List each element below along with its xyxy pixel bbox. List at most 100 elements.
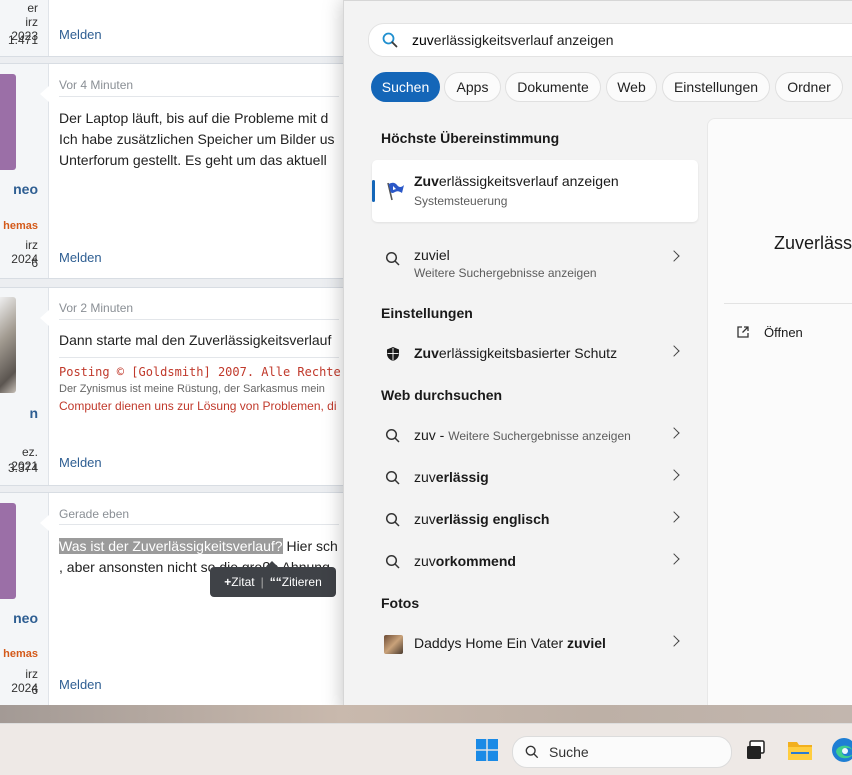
chevron-right-icon xyxy=(668,250,680,262)
quote-icon: ““ xyxy=(269,575,282,589)
best-match-title: Zuverlässigkeitsverlauf anzeigen xyxy=(414,173,619,189)
report-link[interactable]: Melden xyxy=(59,250,102,265)
post-text-line: Dann starte mal den Zuverlässigkeitsverl… xyxy=(59,332,332,348)
result-sublabel: Weitere Suchergebnisse anzeigen xyxy=(414,266,597,280)
user-post-count: 6 xyxy=(31,683,38,697)
search-input[interactable]: zuverlässigkeitsverlauf anzeigen xyxy=(368,23,852,57)
avatar[interactable] xyxy=(0,297,16,393)
post-arrow xyxy=(40,515,49,531)
result-label: zuviel xyxy=(414,247,450,263)
search-icon xyxy=(382,32,398,48)
search-icon xyxy=(385,512,400,527)
user-name[interactable]: neo xyxy=(13,610,38,626)
zitieren-button[interactable]: ““Zitieren xyxy=(270,575,322,589)
post-text-line: Unterforum gestellt. Es geht um das aktu… xyxy=(59,152,327,168)
chip-suchen[interactable]: Suchen xyxy=(371,72,440,102)
divider xyxy=(724,303,852,304)
zitat-button[interactable]: +Zitat xyxy=(224,575,254,589)
post-text-line: Der Laptop läuft, bis auf die Probleme m… xyxy=(59,110,329,126)
shield-icon xyxy=(387,347,399,361)
divider xyxy=(59,524,339,525)
result-label: zuvorkommend xyxy=(414,553,516,569)
reliability-flag-icon xyxy=(387,182,404,201)
search-icon xyxy=(385,251,400,266)
user-name[interactable]: n xyxy=(29,405,38,421)
result-label: Zuverlässigkeitsbasierter Schutz xyxy=(414,345,618,361)
search-icon xyxy=(525,745,539,759)
selection-indicator xyxy=(372,180,375,202)
divider xyxy=(59,319,339,320)
user-post-count: 1.471 xyxy=(7,33,38,47)
user-info-column: er irz 2023 1.471 xyxy=(0,0,49,56)
result-label: zuv - Weitere Suchergebnisse anzeigen xyxy=(414,427,631,443)
post-arrow xyxy=(40,86,49,102)
task-view-icon[interactable] xyxy=(745,739,767,761)
taskbar: Suche xyxy=(0,723,852,775)
user-title: hemas xyxy=(3,648,38,660)
chevron-right-icon xyxy=(668,553,680,565)
report-link[interactable]: Melden xyxy=(59,677,102,692)
chip-dokumente[interactable]: Dokumente xyxy=(505,72,601,102)
web-result[interactable]: zuv - Weitere Suchergebnisse anzeigen xyxy=(372,415,698,457)
selected-text[interactable]: Was ist der Zuverlässigkeitsverlauf? xyxy=(59,538,283,554)
post-arrow xyxy=(40,310,49,326)
post-text-line: Was ist der Zuverlässigkeitsverlauf? Hie… xyxy=(59,536,338,557)
search-query: zuverlässigkeitsverlauf anzeigen xyxy=(412,32,614,48)
post-text-rest: Hier sch xyxy=(282,538,338,554)
chevron-right-icon xyxy=(668,635,680,647)
chevron-right-icon xyxy=(668,469,680,481)
windows-start-icon[interactable] xyxy=(476,739,498,761)
user-post-count: 3.374 xyxy=(7,461,38,475)
avatar[interactable] xyxy=(0,503,16,599)
divider xyxy=(59,96,339,97)
result-settings[interactable]: Zuverlässigkeitsbasierter Schutz xyxy=(372,333,698,375)
section-best-match: Höchste Übereinstimmung xyxy=(381,130,560,146)
signature-divider xyxy=(59,357,339,358)
report-link[interactable]: Melden xyxy=(59,455,102,470)
photo-thumbnail-icon xyxy=(384,635,403,654)
quote-tooltip: +Zitat | ““Zitieren xyxy=(210,561,336,597)
search-icon xyxy=(385,428,400,443)
taskbar-search-label: Suche xyxy=(549,744,589,760)
chevron-right-icon xyxy=(668,427,680,439)
result-label: Daddys Home Ein Vater zuviel xyxy=(414,635,606,651)
section-photos: Fotos xyxy=(381,595,420,611)
chip-web[interactable]: Web xyxy=(606,72,657,102)
post-time: Vor 2 Minuten xyxy=(59,301,134,315)
result-label: zuverlässig xyxy=(414,469,489,485)
web-result[interactable]: zuverlässig englisch xyxy=(372,499,698,541)
open-external-icon xyxy=(737,326,749,338)
user-stat: er xyxy=(27,1,38,15)
chip-ordner[interactable]: Ordner xyxy=(775,72,843,102)
edge-browser-icon[interactable] xyxy=(831,737,852,763)
best-match-subtitle: Systemsteuerung xyxy=(414,194,508,208)
result-zuviel[interactable]: zuviel Weitere Suchergebnisse anzeigen xyxy=(372,238,698,280)
web-result[interactable]: zuvorkommend xyxy=(372,541,698,583)
tooltip-separator: | xyxy=(260,575,264,589)
user-name[interactable]: neo xyxy=(13,181,38,197)
post-text-line: Ich habe zusätzlichen Speicher um Bilder… xyxy=(59,131,335,147)
search-icon xyxy=(385,470,400,485)
post-time: Gerade eben xyxy=(59,507,130,521)
signature-line: Computer dienen uns zur Lösung von Probl… xyxy=(59,399,337,413)
preview-title: Zuverlässi xyxy=(774,233,852,253)
report-link[interactable]: Melden xyxy=(59,27,102,42)
user-post-count: 6 xyxy=(31,256,38,270)
section-web: Web durchsuchen xyxy=(381,387,503,403)
search-icon xyxy=(385,554,400,569)
result-label: zuverlässig englisch xyxy=(414,511,550,527)
post-time: Vor 4 Minuten xyxy=(59,78,134,92)
best-match-item[interactable]: Zuverlässigkeitsverlauf anzeigen Systems… xyxy=(372,160,698,222)
open-action[interactable]: Öffnen xyxy=(764,325,803,340)
avatar[interactable] xyxy=(0,74,16,170)
section-settings: Einstellungen xyxy=(381,305,473,321)
chip-einstellungen[interactable]: Einstellungen xyxy=(662,72,770,102)
taskbar-search[interactable]: Suche xyxy=(512,736,732,768)
chevron-right-icon xyxy=(668,345,680,357)
photo-result[interactable]: Daddys Home Ein Vater zuviel xyxy=(372,623,698,665)
chip-apps[interactable]: Apps xyxy=(444,72,501,102)
signature-line: Der Zynismus ist meine Rüstung, der Sark… xyxy=(59,383,325,395)
web-result[interactable]: zuverlässig xyxy=(372,457,698,499)
file-explorer-icon[interactable] xyxy=(787,738,813,762)
desktop-wallpaper xyxy=(0,705,852,723)
